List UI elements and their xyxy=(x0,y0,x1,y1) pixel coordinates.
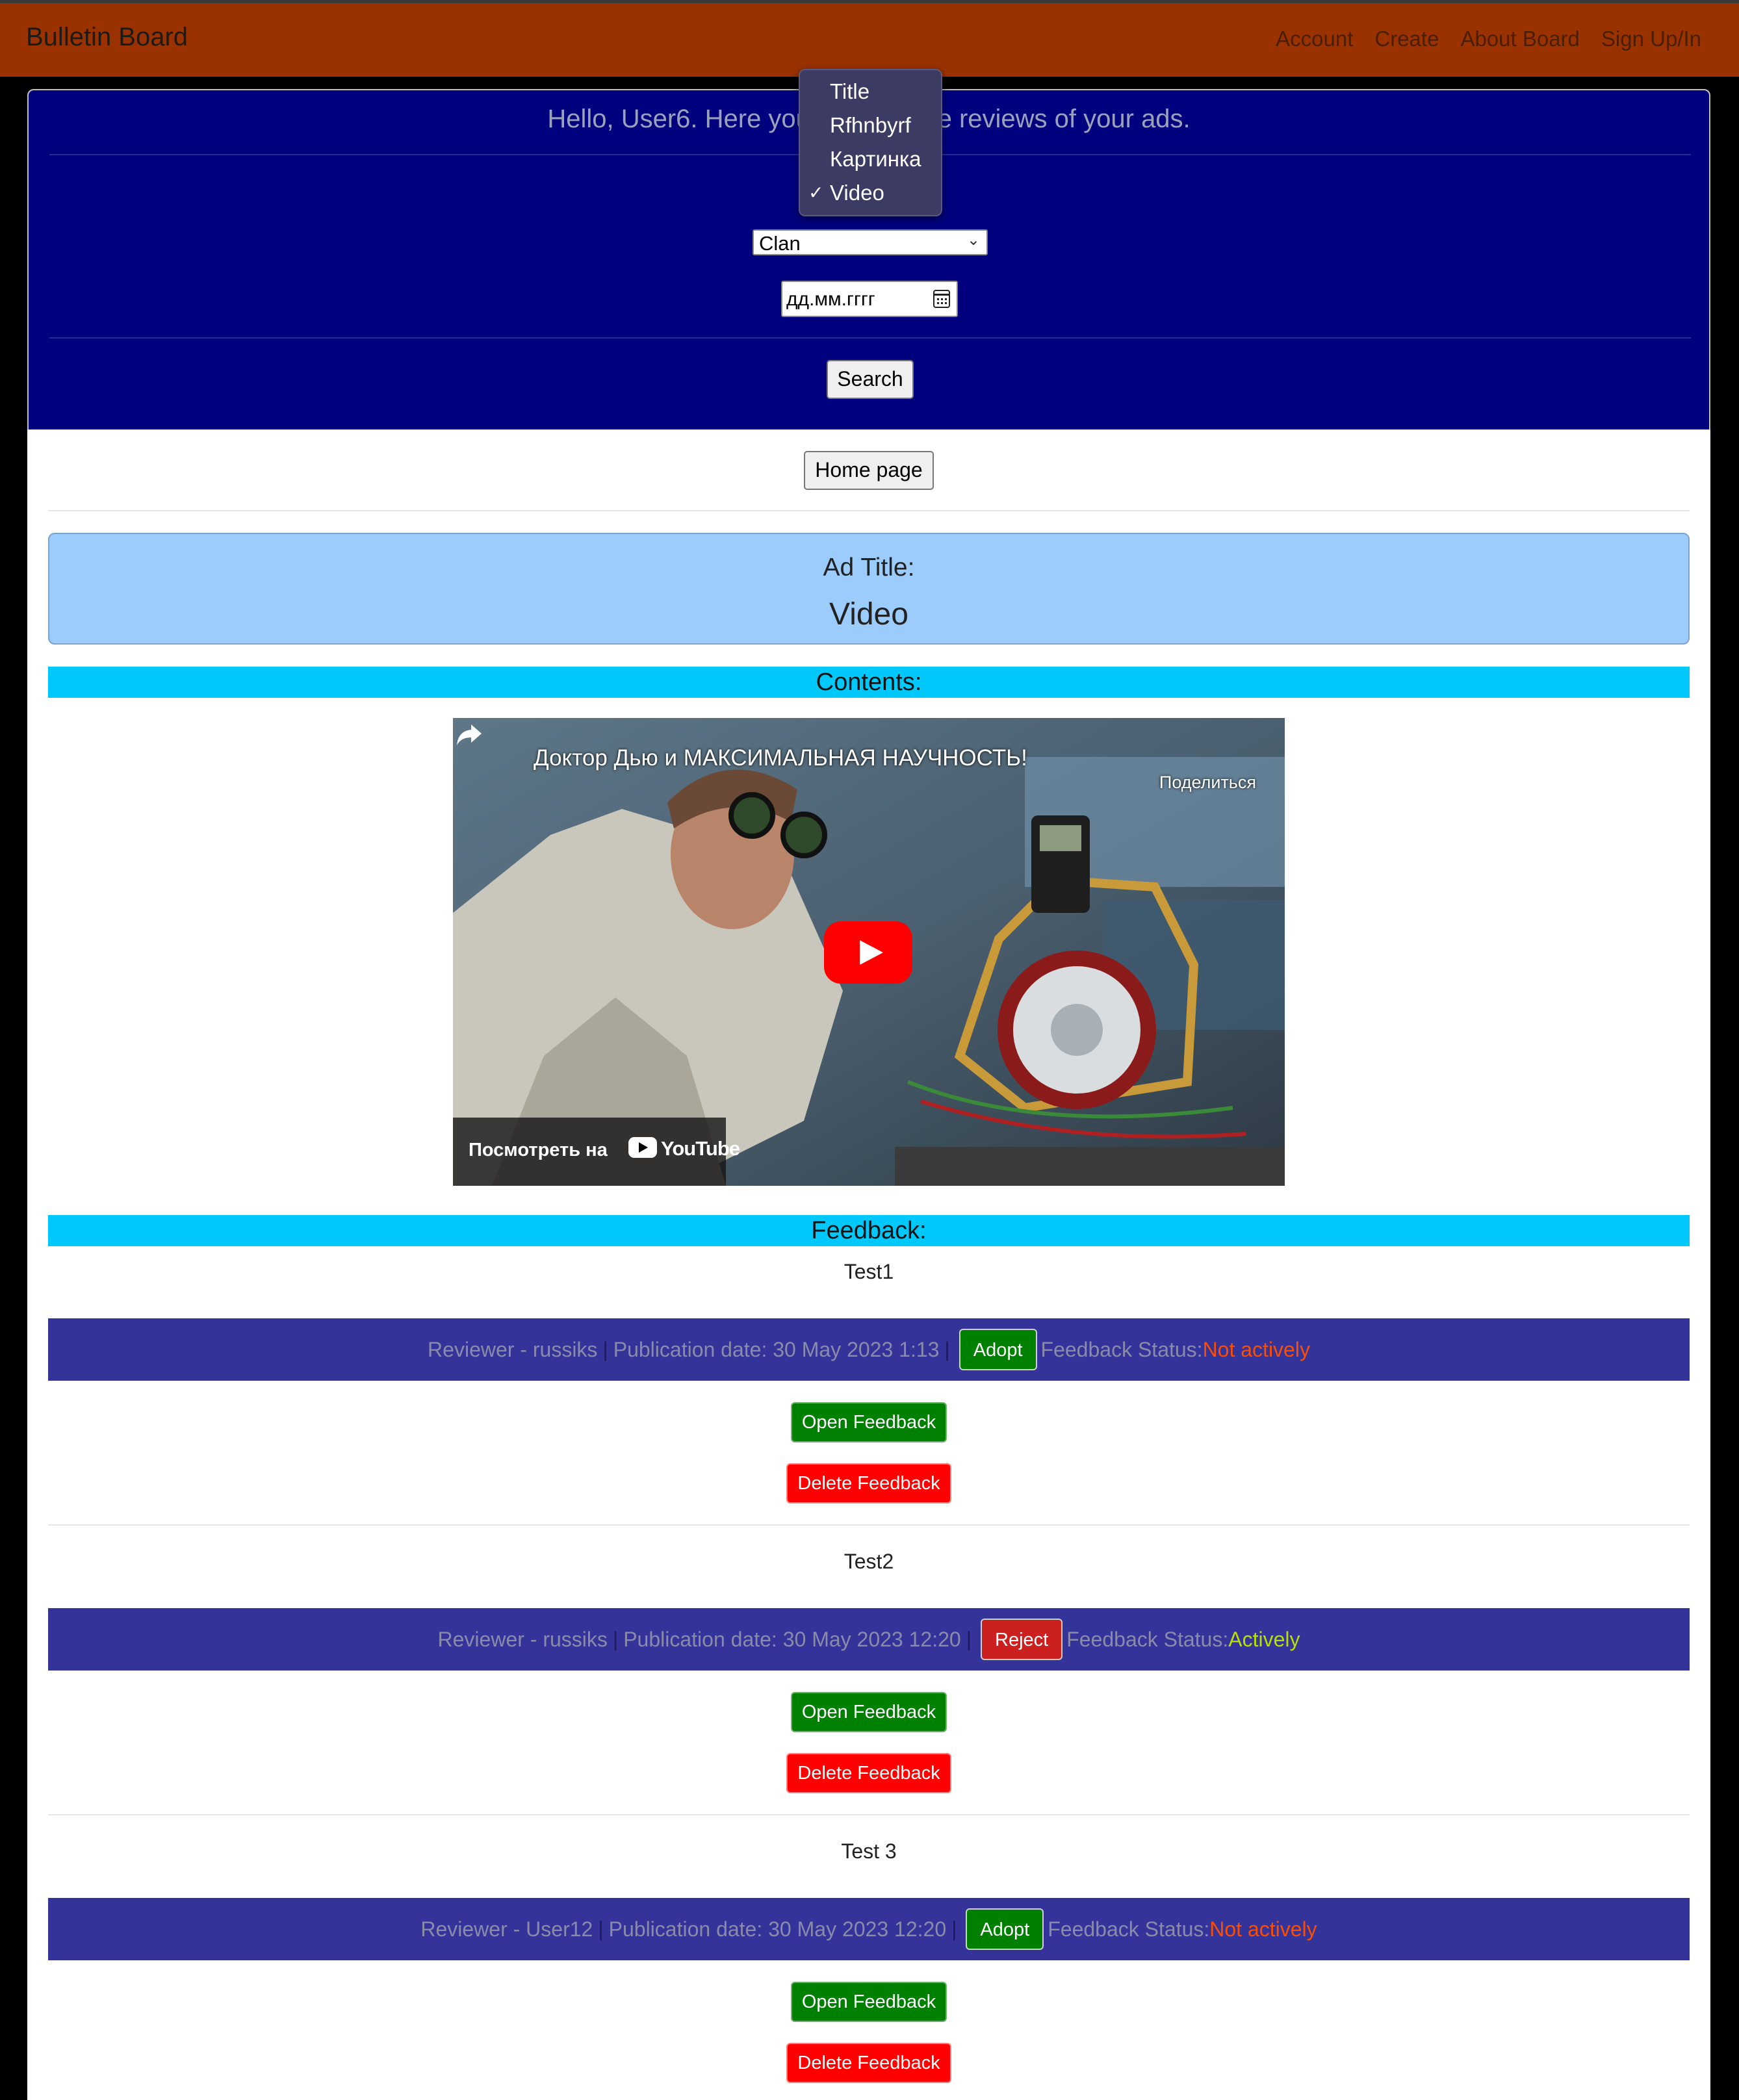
adopt-button[interactable]: Adopt xyxy=(966,1908,1044,1950)
checkmark-icon: ✓ xyxy=(808,183,824,203)
share-label[interactable]: Поделиться xyxy=(1159,773,1256,793)
delete-feedback-button[interactable]: Delete Feedback xyxy=(786,1463,951,1504)
divider xyxy=(48,1524,1690,1526)
feedback-status-label: Feedback Status: xyxy=(1048,1917,1210,1941)
open-feedback-button[interactable]: Open Feedback xyxy=(791,1692,947,1732)
publication-date: Publication date: 30 May 2023 1:13 xyxy=(613,1337,940,1361)
reviewer-name: Reviewer - russiks xyxy=(428,1337,598,1361)
watch-on-label: Посмотреть на xyxy=(469,1140,608,1160)
date-input-placeholder: дд.мм.гггг xyxy=(786,288,875,310)
dropdown-option-title[interactable]: Title xyxy=(830,79,870,104)
ad-select-dropdown: Title Rfhnbyrf Картинка ✓ Video xyxy=(799,69,942,216)
youtube-logo-icon xyxy=(628,1137,657,1158)
divider xyxy=(48,510,1690,511)
reviewer-name: Reviewer - User12 xyxy=(420,1917,593,1941)
separator: | xyxy=(951,1917,957,1941)
nav-about-link[interactable]: About Board xyxy=(1460,27,1579,51)
open-feedback-button[interactable]: Open Feedback xyxy=(791,1402,947,1442)
ad-select[interactable]: Clan ⌄ xyxy=(753,229,988,255)
separator: | xyxy=(966,1627,972,1651)
youtube-wordmark: YouTube xyxy=(661,1137,740,1160)
main-card: Hello, User6. Here you can see the revie… xyxy=(27,89,1710,2100)
contents-heading: Contents: xyxy=(48,667,1690,698)
nav-create-link[interactable]: Create xyxy=(1374,27,1439,51)
nav-signup-link[interactable]: Sign Up/In xyxy=(1601,27,1701,51)
feedback-meta-bar: Reviewer - russiks | Publication date: 3… xyxy=(48,1318,1690,1381)
ad-title-box: Ad Title: Video xyxy=(48,533,1690,645)
nav-account-link[interactable]: Account xyxy=(1276,27,1353,51)
feedback-meta-bar: Reviewer - User12 | Publication date: 30… xyxy=(48,1898,1690,1960)
feedback-status-value: Not actively xyxy=(1202,1337,1310,1361)
feedback-heading: Feedback: xyxy=(48,1215,1690,1246)
divider xyxy=(48,1814,1690,1815)
date-input[interactable]: дд.мм.гггг xyxy=(781,281,958,317)
dropdown-option-kartinka[interactable]: Картинка xyxy=(830,147,921,172)
dropdown-option-rfhnbyrf[interactable]: Rfhnbyrf xyxy=(830,113,911,138)
nav-links: Account Create About Board Sign Up/In xyxy=(1276,27,1701,51)
reject-button[interactable]: Reject xyxy=(981,1619,1063,1660)
feedback-text: Test 3 xyxy=(841,1839,897,1863)
open-feedback-button[interactable]: Open Feedback xyxy=(791,1982,947,2022)
delete-feedback-button[interactable]: Delete Feedback xyxy=(786,1753,951,1793)
search-button[interactable]: Search xyxy=(827,360,914,399)
dropdown-option-video[interactable]: Video xyxy=(830,181,884,205)
ad-select-value: Clan xyxy=(759,232,801,255)
video-title: Доктор Дью и МАКСИМАЛЬНАЯ НАУЧНОСТЬ! xyxy=(534,745,1027,771)
home-page-button[interactable]: Home page xyxy=(804,451,934,490)
watch-on-youtube[interactable]: Посмотреть на YouTube xyxy=(453,1118,740,1186)
separator: | xyxy=(598,1917,604,1941)
navbar: Bulletin Board Account Create About Boar… xyxy=(0,3,1739,77)
ad-title: Video xyxy=(829,597,908,632)
feedback-meta-bar: Reviewer - russiks | Publication date: 3… xyxy=(48,1608,1690,1671)
chevron-down-icon: ⌄ xyxy=(966,231,980,249)
calendar-icon[interactable] xyxy=(933,290,950,308)
divider xyxy=(49,337,1691,339)
feedback-status-value: Actively xyxy=(1228,1627,1300,1651)
separator: | xyxy=(602,1337,608,1361)
youtube-video-embed[interactable]: Доктор Дью и МАКСИМАЛЬНАЯ НАУЧНОСТЬ! Под… xyxy=(453,718,1285,1186)
feedback-status-label: Feedback Status: xyxy=(1066,1627,1229,1651)
publication-date: Publication date: 30 May 2023 12:20 xyxy=(608,1917,947,1941)
separator: | xyxy=(612,1627,619,1651)
feedback-status-value: Not actively xyxy=(1209,1917,1317,1941)
feedback-status-label: Feedback Status: xyxy=(1040,1337,1203,1361)
feedback-text: Test1 xyxy=(844,1260,894,1283)
play-icon[interactable] xyxy=(824,921,912,984)
reviewer-name: Reviewer - russiks xyxy=(437,1627,608,1651)
brand-link[interactable]: Bulletin Board xyxy=(26,23,188,52)
adopt-button[interactable]: Adopt xyxy=(959,1329,1037,1370)
separator: | xyxy=(944,1337,950,1361)
feedback-text: Test2 xyxy=(844,1550,894,1573)
ad-title-label: Ad Title: xyxy=(823,554,915,582)
share-icon[interactable] xyxy=(453,718,485,750)
publication-date: Publication date: 30 May 2023 12:20 xyxy=(623,1627,961,1651)
delete-feedback-button[interactable]: Delete Feedback xyxy=(786,2043,951,2083)
